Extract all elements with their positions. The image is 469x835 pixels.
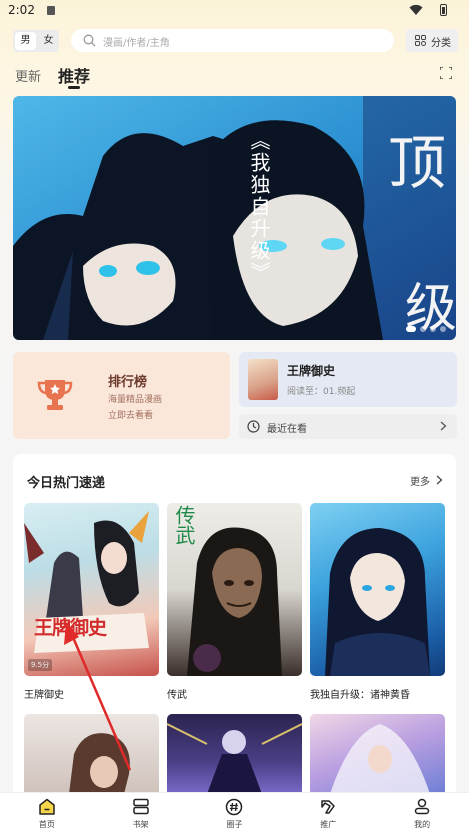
reading-cover-image — [248, 359, 278, 400]
gender-female[interactable]: 女 — [38, 30, 59, 52]
nav-home-label: 首页 — [38, 820, 55, 829]
gender-male[interactable]: 男 — [15, 32, 36, 50]
comic-cover-image — [310, 714, 445, 794]
recent-reading-button[interactable]: 最近在看 — [239, 414, 457, 439]
status-bar: 2:02 — [0, 0, 469, 22]
search-icon — [83, 34, 96, 47]
nav-profile[interactable]: 我的 — [375, 793, 469, 835]
comic-cover-title: 传武 — [172, 505, 196, 545]
banner-title: 《我独自升级》 — [247, 130, 271, 284]
chevron-right-icon — [440, 421, 447, 431]
promote-icon — [321, 800, 336, 814]
grid-icon — [415, 35, 426, 46]
comic-card[interactable] — [310, 714, 445, 794]
recent-label: 最近在看 — [267, 424, 307, 435]
trophy-icon — [37, 380, 73, 410]
tab-underline — [68, 86, 80, 89]
gender-toggle[interactable]: 男 女 — [13, 30, 59, 52]
comic-title: 传武 — [167, 690, 187, 701]
comic-cover-image — [310, 503, 445, 676]
profile-icon — [414, 798, 430, 815]
hot-section-title: 今日热门速递 — [27, 476, 106, 491]
nav-promote-label: 推广 — [320, 820, 337, 829]
carousel-dot — [406, 326, 416, 332]
carousel-dot — [420, 326, 426, 332]
carousel-dot — [430, 326, 436, 332]
more-link[interactable]: 更多 — [410, 473, 430, 488]
home-icon — [39, 798, 55, 815]
battery-icon — [440, 4, 447, 16]
ranking-subtitle-2: 立即去看看 — [108, 411, 154, 421]
carousel-indicator — [406, 326, 446, 332]
carousel-dot — [440, 326, 446, 332]
nav-bookshelf-label: 书架 — [132, 820, 149, 829]
search-input[interactable]: 漫画/作者/主角 — [71, 29, 394, 52]
nav-circle-label: 圈子 — [226, 820, 243, 829]
banner-big-text-1: 顶 — [388, 129, 447, 197]
tab-recommend[interactable]: 推荐 — [58, 63, 90, 87]
nav-bookshelf[interactable]: 书架 — [94, 793, 188, 835]
ranking-card[interactable]: 排行榜 海量精品漫画 立即去看看 — [13, 352, 230, 439]
comic-score: 9.5分 — [28, 659, 53, 671]
nav-promote[interactable]: 推广 — [281, 793, 375, 835]
comic-card[interactable]: 传武 传武 — [167, 503, 302, 701]
comic-card[interactable] — [167, 714, 302, 794]
reading-progress: 阅读至：01.频起 — [287, 387, 356, 397]
bottom-nav: 首页 书架 圈子 推广 我的 — [0, 792, 469, 835]
nav-profile-label: 我的 — [414, 820, 431, 829]
chevron-right-icon[interactable] — [436, 475, 443, 485]
tab-update[interactable]: 更新 — [15, 66, 41, 85]
bookshelf-icon — [132, 798, 149, 815]
nav-circle[interactable]: 圈子 — [188, 793, 282, 835]
comic-cover-image — [167, 714, 302, 794]
comic-cover-image: 传武 — [167, 503, 302, 676]
comic-cover-image — [24, 714, 159, 794]
comic-card[interactable]: 王牌御史 9.5分 王牌御史 — [24, 503, 159, 701]
comic-card[interactable]: 我独自升级：诸神黄昏 — [310, 503, 445, 701]
continue-reading-card[interactable]: 王牌御史 阅读至：01.频起 — [239, 352, 457, 407]
comic-cover-title: 王牌御史 — [34, 617, 107, 639]
sim-icon — [47, 6, 55, 15]
clock-icon — [247, 420, 260, 433]
ranking-subtitle-1: 海量精品漫画 — [108, 395, 163, 405]
expand-icon[interactable] — [440, 67, 452, 79]
comic-card[interactable] — [24, 714, 159, 794]
ranking-title: 排行榜 — [108, 375, 148, 390]
search-placeholder: 漫画/作者/主角 — [103, 38, 170, 49]
category-label: 分类 — [431, 38, 451, 49]
comic-cover-image: 王牌御史 9.5分 — [24, 503, 159, 676]
nav-home[interactable]: 首页 — [0, 793, 94, 835]
hot-section: 今日热门速递 更多 王牌御史 9.5分 王牌御史 传武 传武 我独自升级：诸神黄… — [13, 454, 456, 794]
comic-title: 我独自升级：诸神黄昏 — [310, 690, 410, 701]
status-time: 2:02 — [8, 3, 35, 17]
reading-title: 王牌御史 — [287, 364, 336, 378]
wifi-icon — [409, 4, 423, 15]
hashtag-icon — [226, 798, 243, 816]
banner-carousel[interactable]: 《我独自升级》 顶 级 — [13, 96, 456, 340]
comic-title: 王牌御史 — [24, 690, 64, 701]
category-button[interactable]: 分类 — [406, 29, 458, 52]
